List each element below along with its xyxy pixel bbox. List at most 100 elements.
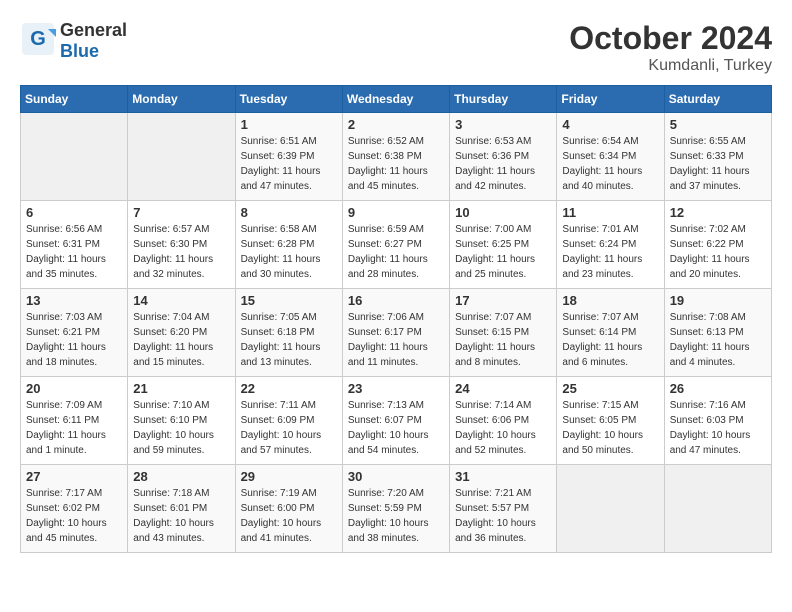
svg-text:G: G <box>30 28 46 50</box>
day-info: Sunrise: 7:16 AMSunset: 6:03 PMDaylight:… <box>670 398 766 458</box>
calendar-week-2: 6 Sunrise: 6:56 AMSunset: 6:31 PMDaylight… <box>21 201 772 289</box>
month-title: October 2024 <box>569 20 772 57</box>
day-info: Sunrise: 7:21 AMSunset: 5:57 PMDaylight:… <box>455 486 551 546</box>
calendar-week-3: 13 Sunrise: 7:03 AMSunset: 6:21 PMDayligh… <box>21 289 772 377</box>
day-info: Sunrise: 7:05 AMSunset: 6:18 PMDaylight:… <box>241 310 337 370</box>
day-info: Sunrise: 7:06 AMSunset: 6:17 PMDaylight:… <box>348 310 444 370</box>
day-number: 27 <box>26 469 122 484</box>
calendar-cell <box>21 113 128 201</box>
day-number: 3 <box>455 117 551 132</box>
day-number: 28 <box>133 469 229 484</box>
calendar-cell: 14 Sunrise: 7:04 AMSunset: 6:20 PMDayligh… <box>128 289 235 377</box>
calendar-cell: 26 Sunrise: 7:16 AMSunset: 6:03 PMDayligh… <box>664 377 771 465</box>
calendar-week-1: 1Sunrise: 6:51 AMSunset: 6:39 PMDaylight… <box>21 113 772 201</box>
calendar-table: SundayMondayTuesdayWednesdayThursdayFrid… <box>20 85 772 553</box>
day-info: Sunrise: 6:55 AMSunset: 6:33 PMDaylight:… <box>670 134 766 194</box>
day-info: Sunrise: 7:18 AMSunset: 6:01 PMDaylight:… <box>133 486 229 546</box>
day-info: Sunrise: 7:08 AMSunset: 6:13 PMDaylight:… <box>670 310 766 370</box>
day-info: Sunrise: 7:19 AMSunset: 6:00 PMDaylight:… <box>241 486 337 546</box>
day-info: Sunrise: 7:13 AMSunset: 6:07 PMDaylight:… <box>348 398 444 458</box>
day-number: 13 <box>26 293 122 308</box>
location-title: Kumdanli, Turkey <box>569 57 772 75</box>
day-number: 22 <box>241 381 337 396</box>
calendar-cell <box>664 465 771 553</box>
logo: G General Blue <box>20 20 127 62</box>
calendar-cell: 12Sunrise: 7:02 AMSunset: 6:22 PMDayligh… <box>664 201 771 289</box>
day-info: Sunrise: 7:09 AMSunset: 6:11 PMDaylight:… <box>26 398 122 458</box>
weekday-header-wednesday: Wednesday <box>342 86 449 113</box>
day-number: 26 <box>670 381 766 396</box>
calendar-cell: 11 Sunrise: 7:01 AMSunset: 6:24 PMDayligh… <box>557 201 664 289</box>
weekday-header-friday: Friday <box>557 86 664 113</box>
day-info: Sunrise: 7:01 AMSunset: 6:24 PMDaylight:… <box>562 222 658 282</box>
logo-blue: Blue <box>60 41 99 61</box>
day-info: Sunrise: 6:52 AMSunset: 6:38 PMDaylight:… <box>348 134 444 194</box>
calendar-cell: 6 Sunrise: 6:56 AMSunset: 6:31 PMDaylight… <box>21 201 128 289</box>
calendar-cell: 7Sunrise: 6:57 AMSunset: 6:30 PMDaylight… <box>128 201 235 289</box>
day-number: 9 <box>348 205 444 220</box>
day-info: Sunrise: 7:00 AMSunset: 6:25 PMDaylight:… <box>455 222 551 282</box>
day-info: Sunrise: 7:10 AMSunset: 6:10 PMDaylight:… <box>133 398 229 458</box>
calendar-cell: 3 Sunrise: 6:53 AMSunset: 6:36 PMDaylight… <box>450 113 557 201</box>
calendar-cell <box>128 113 235 201</box>
calendar-cell: 25Sunrise: 7:15 AMSunset: 6:05 PMDayligh… <box>557 377 664 465</box>
calendar-cell: 4 Sunrise: 6:54 AMSunset: 6:34 PMDaylight… <box>557 113 664 201</box>
calendar-cell: 16 Sunrise: 7:06 AMSunset: 6:17 PMDayligh… <box>342 289 449 377</box>
calendar-cell: 24Sunrise: 7:14 AMSunset: 6:06 PMDayligh… <box>450 377 557 465</box>
calendar-cell: 2 Sunrise: 6:52 AMSunset: 6:38 PMDaylight… <box>342 113 449 201</box>
day-info: Sunrise: 7:02 AMSunset: 6:22 PMDaylight:… <box>670 222 766 282</box>
calendar-cell: 19 Sunrise: 7:08 AMSunset: 6:13 PMDayligh… <box>664 289 771 377</box>
logo-mark: G <box>20 21 56 62</box>
logo-text: General Blue <box>60 20 127 62</box>
calendar-cell: 22 Sunrise: 7:11 AMSunset: 6:09 PMDayligh… <box>235 377 342 465</box>
day-info: Sunrise: 7:07 AMSunset: 6:15 PMDaylight:… <box>455 310 551 370</box>
calendar-cell: 23 Sunrise: 7:13 AMSunset: 6:07 PMDayligh… <box>342 377 449 465</box>
day-number: 7 <box>133 205 229 220</box>
day-number: 4 <box>562 117 658 132</box>
day-info: Sunrise: 7:07 AMSunset: 6:14 PMDaylight:… <box>562 310 658 370</box>
logo-general: General <box>60 20 127 40</box>
calendar-week-5: 27Sunrise: 7:17 AMSunset: 6:02 PMDayligh… <box>21 465 772 553</box>
day-number: 2 <box>348 117 444 132</box>
day-number: 30 <box>348 469 444 484</box>
day-number: 6 <box>26 205 122 220</box>
day-number: 29 <box>241 469 337 484</box>
day-info: Sunrise: 7:03 AMSunset: 6:21 PMDaylight:… <box>26 310 122 370</box>
calendar-cell: 9 Sunrise: 6:59 AMSunset: 6:27 PMDaylight… <box>342 201 449 289</box>
day-number: 19 <box>670 293 766 308</box>
day-number: 16 <box>348 293 444 308</box>
day-info: Sunrise: 7:04 AMSunset: 6:20 PMDaylight:… <box>133 310 229 370</box>
day-number: 25 <box>562 381 658 396</box>
day-info: Sunrise: 6:53 AMSunset: 6:36 PMDaylight:… <box>455 134 551 194</box>
day-info: Sunrise: 6:56 AMSunset: 6:31 PMDaylight:… <box>26 222 122 282</box>
calendar-cell: 1Sunrise: 6:51 AMSunset: 6:39 PMDaylight… <box>235 113 342 201</box>
weekday-header-sunday: Sunday <box>21 86 128 113</box>
day-number: 31 <box>455 469 551 484</box>
calendar-body: 1Sunrise: 6:51 AMSunset: 6:39 PMDaylight… <box>21 113 772 553</box>
calendar-week-4: 20Sunrise: 7:09 AMSunset: 6:11 PMDayligh… <box>21 377 772 465</box>
calendar-cell: 30 Sunrise: 7:20 AMSunset: 5:59 PMDayligh… <box>342 465 449 553</box>
day-info: Sunrise: 6:59 AMSunset: 6:27 PMDaylight:… <box>348 222 444 282</box>
weekday-header-row: SundayMondayTuesdayWednesdayThursdayFrid… <box>21 86 772 113</box>
calendar-cell: 27Sunrise: 7:17 AMSunset: 6:02 PMDayligh… <box>21 465 128 553</box>
day-info: Sunrise: 6:54 AMSunset: 6:34 PMDaylight:… <box>562 134 658 194</box>
calendar-cell: 17Sunrise: 7:07 AMSunset: 6:15 PMDayligh… <box>450 289 557 377</box>
day-info: Sunrise: 7:11 AMSunset: 6:09 PMDaylight:… <box>241 398 337 458</box>
day-number: 23 <box>348 381 444 396</box>
calendar-cell: 5 Sunrise: 6:55 AMSunset: 6:33 PMDaylight… <box>664 113 771 201</box>
day-number: 10 <box>455 205 551 220</box>
day-number: 11 <box>562 205 658 220</box>
day-info: Sunrise: 7:20 AMSunset: 5:59 PMDaylight:… <box>348 486 444 546</box>
weekday-header-monday: Monday <box>128 86 235 113</box>
calendar-cell <box>557 465 664 553</box>
calendar-cell: 10 Sunrise: 7:00 AMSunset: 6:25 PMDayligh… <box>450 201 557 289</box>
day-number: 14 <box>133 293 229 308</box>
day-number: 8 <box>241 205 337 220</box>
weekday-header-tuesday: Tuesday <box>235 86 342 113</box>
day-number: 21 <box>133 381 229 396</box>
day-number: 5 <box>670 117 766 132</box>
page-header: G General Blue October 2024 Kumdanli, Tu… <box>20 20 772 75</box>
calendar-cell: 15Sunrise: 7:05 AMSunset: 6:18 PMDayligh… <box>235 289 342 377</box>
day-number: 24 <box>455 381 551 396</box>
weekday-header-thursday: Thursday <box>450 86 557 113</box>
